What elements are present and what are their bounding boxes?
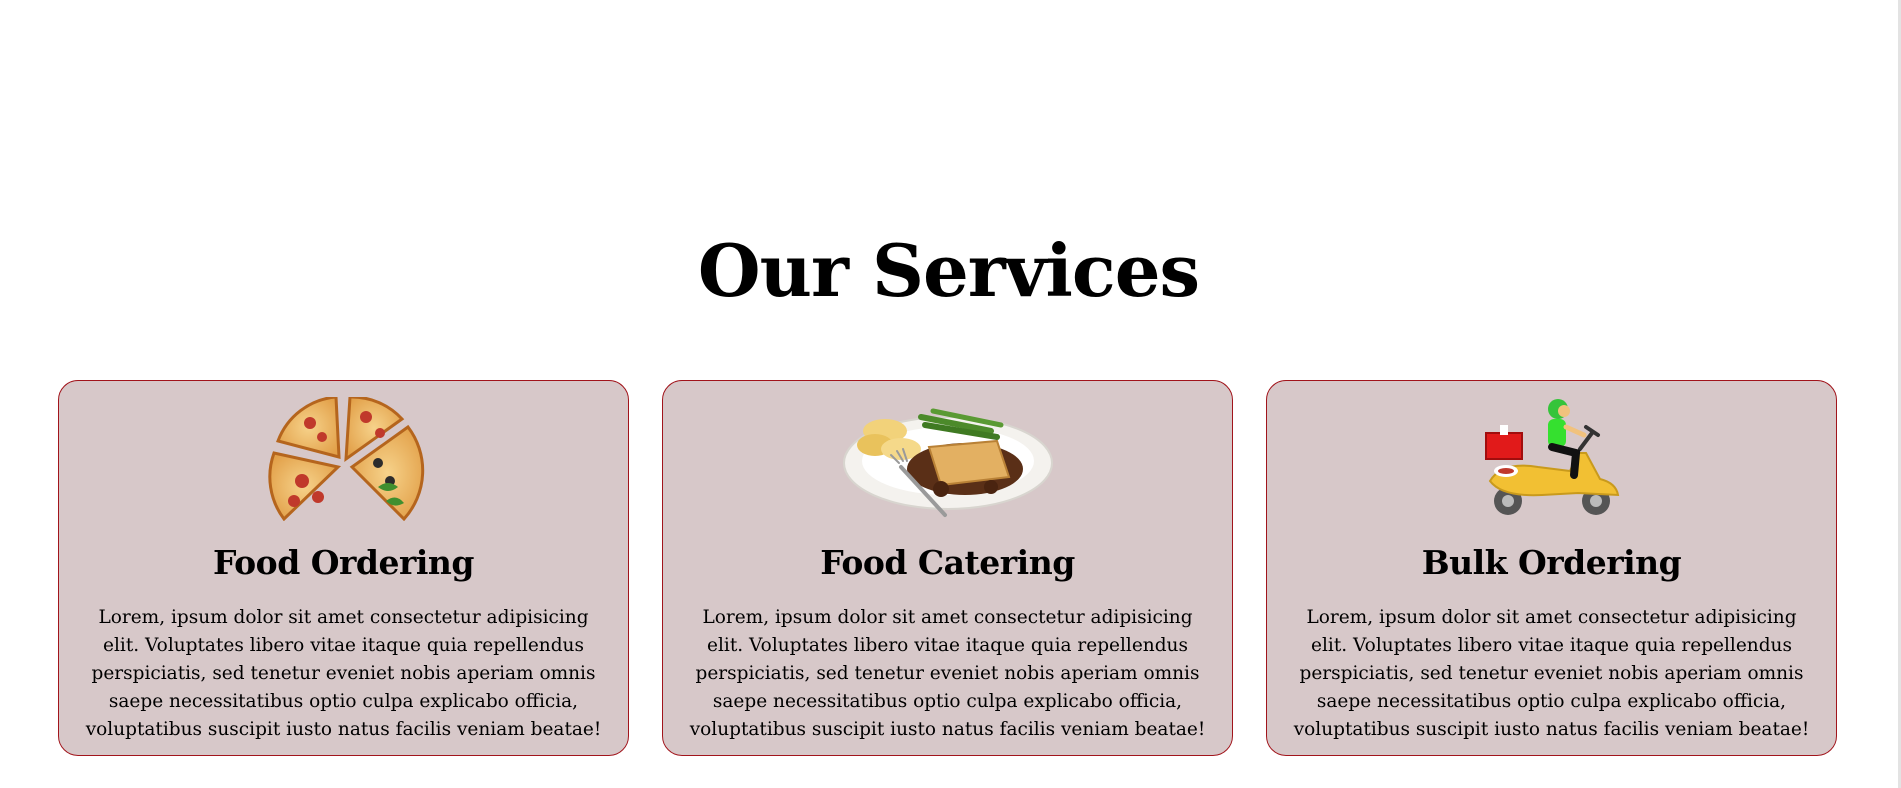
service-title: Bulk Ordering bbox=[1421, 543, 1682, 582]
section-title: Our Services bbox=[697, 228, 1200, 313]
services-page: Our Services Food Ordering Lorem, ipsum … bbox=[0, 0, 1901, 788]
service-description: Lorem, ipsum dolor sit amet consectetur … bbox=[689, 607, 1206, 740]
catering-plate-image bbox=[663, 397, 1232, 521]
pizza-slices-image bbox=[59, 397, 628, 521]
service-card-food-ordering: Food Ordering Lorem, ipsum dolor sit ame… bbox=[58, 380, 629, 756]
service-title: Food Ordering bbox=[213, 543, 474, 582]
services-list: Food Ordering Lorem, ipsum dolor sit ame… bbox=[58, 380, 1839, 758]
service-card-food-catering: Food Catering Lorem, ipsum dolor sit ame… bbox=[662, 380, 1233, 756]
delivery-scooter-image bbox=[1267, 397, 1836, 521]
service-description: Lorem, ipsum dolor sit amet consectetur … bbox=[1293, 607, 1810, 740]
service-title: Food Catering bbox=[820, 543, 1075, 582]
service-description: Lorem, ipsum dolor sit amet consectetur … bbox=[85, 607, 602, 740]
service-card-bulk-ordering: Bulk Ordering Lorem, ipsum dolor sit ame… bbox=[1266, 380, 1837, 756]
